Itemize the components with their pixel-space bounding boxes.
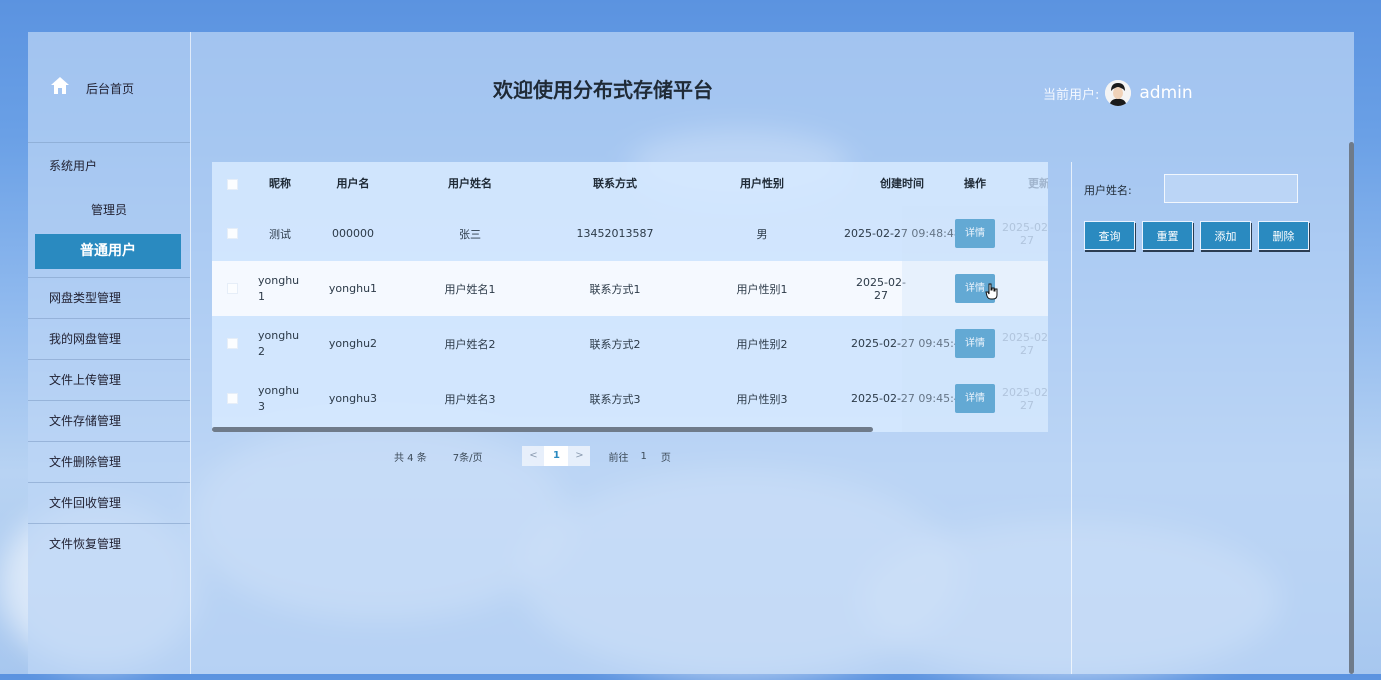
table-horizontal-scrollbar[interactable] [212, 427, 873, 432]
cell-gender: 用户性别1 [736, 282, 788, 296]
cell-gender: 男 [756, 227, 768, 241]
avatar[interactable] [1105, 80, 1132, 106]
sidebar-item-regular-users[interactable]: 普通用户 [35, 234, 181, 269]
row-checkbox[interactable] [227, 393, 238, 404]
page-vertical-scrollbar[interactable] [1349, 142, 1354, 674]
main-frame: 后台首页 系统用户 管理员 普通用户 网盘类型管理 我的网盘管理 文件上传管理 … [28, 32, 1354, 674]
cell-nickname: yonghu3 [258, 383, 300, 413]
table-header: 昵称 用户名 用户姓名 联系方式 用户性别 创建时间 操作 更新时间 [212, 162, 1048, 206]
col-action: 操作 [964, 177, 986, 190]
sidebar-item-file-restore[interactable]: 文件恢复管理 [28, 523, 190, 563]
page-size-select[interactable]: 7条/页 [453, 449, 483, 464]
page-title: 欢迎使用分布式存储平台 [493, 78, 713, 102]
search-panel: 用户姓名: 查询 重置 添加 删除 [1071, 162, 1332, 674]
sidebar-item-file-recycle[interactable]: 文件回收管理 [28, 482, 190, 522]
pagination-total: 共 4 条 [394, 452, 427, 464]
delete-button[interactable]: 删除 [1258, 221, 1309, 250]
sidebar-item-file-delete[interactable]: 文件删除管理 [28, 441, 190, 481]
select-all-checkbox[interactable] [227, 179, 238, 190]
cell-nickname: yonghu2 [258, 328, 300, 358]
col-realname[interactable]: 用户姓名 [417, 162, 523, 206]
add-button[interactable]: 添加 [1200, 221, 1251, 250]
reset-button[interactable]: 重置 [1142, 221, 1193, 250]
row-checkbox[interactable] [227, 283, 238, 294]
cell-realname: 张三 [459, 227, 481, 241]
cell-realname: 用户姓名3 [444, 392, 496, 406]
cell-username: yonghu3 [328, 392, 378, 405]
query-button[interactable]: 查询 [1084, 221, 1135, 250]
sidebar-item-my-disk[interactable]: 我的网盘管理 [28, 318, 190, 358]
sidebar-item-file-upload[interactable]: 文件上传管理 [28, 359, 190, 399]
current-user-label: 当前用户: [1043, 87, 1100, 103]
current-user-name: admin [1139, 83, 1193, 103]
home-icon [49, 74, 71, 100]
cell-username: yonghu1 [328, 282, 378, 295]
col-gender[interactable]: 用户性别 [707, 162, 817, 206]
cell-gender: 用户性别2 [736, 337, 788, 351]
cell-realname: 用户姓名1 [444, 282, 496, 296]
cell-nickname: 测试 [269, 227, 291, 241]
cell-realname: 用户姓名2 [444, 337, 496, 351]
cell-contact: 联系方式2 [589, 337, 641, 351]
goto-page-input[interactable]: 1 [640, 451, 646, 462]
realname-search-input[interactable] [1164, 174, 1298, 203]
cell-gender: 用户性别3 [736, 392, 788, 406]
home-label: 后台首页 [86, 82, 135, 96]
cell-nickname: yonghu1 [258, 273, 300, 303]
prev-page-button[interactable]: < [522, 446, 545, 466]
sidebar-item-disk-type[interactable]: 网盘类型管理 [28, 277, 190, 317]
col-username[interactable]: 用户名 [318, 162, 388, 206]
current-user: 当前用户: admin [1043, 78, 1193, 108]
sidebar-item-file-storage[interactable]: 文件存储管理 [28, 400, 190, 440]
col-updated[interactable]: 更新时间 [1020, 162, 1048, 206]
cell-contact: 联系方式1 [589, 282, 641, 296]
next-page-button[interactable]: > [568, 446, 591, 466]
pointer-cursor-icon [985, 283, 999, 305]
row-checkbox[interactable] [227, 338, 238, 349]
sidebar-section-system-users[interactable]: 系统用户 [49, 157, 97, 174]
sidebar: 后台首页 系统用户 管理员 普通用户 网盘类型管理 我的网盘管理 文件上传管理 … [28, 32, 191, 674]
page-suffix: 页 [660, 452, 671, 464]
cell-contact: 联系方式3 [589, 392, 641, 406]
cell-contact: 13452013587 [576, 227, 654, 240]
col-nickname[interactable]: 昵称 [252, 162, 308, 206]
page-number-current[interactable]: 1 [544, 446, 569, 466]
col-created[interactable]: 创建时间 [852, 162, 952, 206]
cell-username: 000000 [332, 227, 374, 240]
cell-username: yonghu2 [328, 337, 378, 350]
row-checkbox[interactable] [227, 228, 238, 239]
sidebar-home[interactable]: 后台首页 [28, 32, 190, 143]
users-table: 昵称 用户名 用户姓名 联系方式 用户性别 创建时间 操作 更新时间 测试 00… [212, 162, 1048, 432]
col-contact[interactable]: 联系方式 [555, 162, 675, 206]
search-label: 用户姓名: [1084, 184, 1132, 197]
goto-label: 前往 [608, 452, 629, 464]
fixed-column-shade [902, 206, 1048, 432]
pagination: 共 4 条 7条/页 < 1 > 前往 1 页 [394, 446, 671, 466]
sidebar-item-admin[interactable]: 管理员 [28, 201, 190, 218]
